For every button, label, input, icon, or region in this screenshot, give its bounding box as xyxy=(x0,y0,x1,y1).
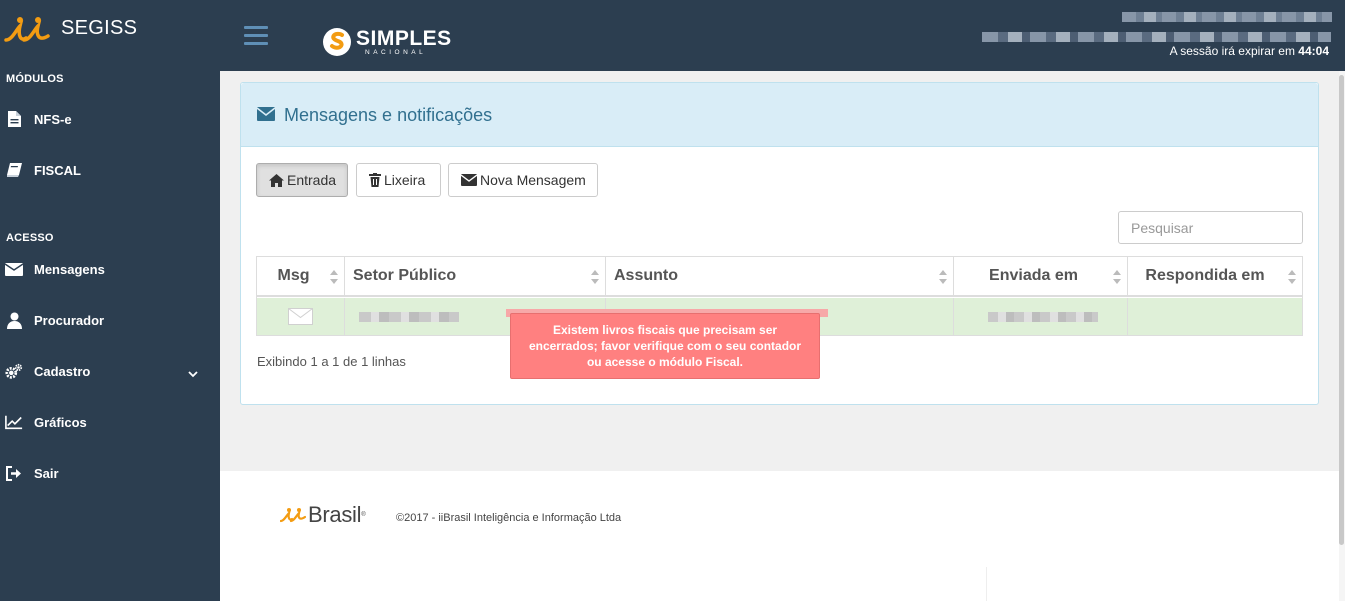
sidebar-item-label: Cadastro xyxy=(34,363,91,379)
sidebar-section-acesso: ACESSO xyxy=(6,232,54,244)
registered-mark: ® xyxy=(361,512,366,518)
envelope-icon xyxy=(5,260,23,278)
iibrasil-logo: Brasil ® xyxy=(280,502,366,528)
page-footer: Brasil ® ©2017 - iiBrasil Inteligência e… xyxy=(220,471,1339,601)
trash-button[interactable]: Lixeira xyxy=(356,163,441,197)
sidebar-item-graficos[interactable]: Gráficos xyxy=(0,407,220,437)
envelope-icon xyxy=(256,107,276,126)
sort-icon xyxy=(330,270,338,289)
sidebar-item-label: Mensagens xyxy=(34,261,105,277)
chevron-down-icon xyxy=(188,365,198,383)
sidebar-item-nfse[interactable]: NFS-e xyxy=(0,104,220,134)
divider xyxy=(986,567,987,601)
menu-toggle-icon[interactable] xyxy=(244,26,268,46)
brand[interactable]: SEGISS xyxy=(0,0,220,60)
sidebar-item-label: Gráficos xyxy=(34,414,87,430)
session-timer: A sessão irá expirar em 44:04 xyxy=(1170,44,1329,58)
panel-heading: Mensagens e notificações xyxy=(241,83,1318,147)
redacted-text xyxy=(988,312,1098,322)
sign-out-icon xyxy=(5,464,23,482)
sort-icon xyxy=(591,270,599,289)
book-icon xyxy=(5,161,23,179)
sidebar-item-fiscal[interactable]: FISCAL xyxy=(0,155,220,185)
search-input[interactable] xyxy=(1118,211,1303,244)
envelope-icon xyxy=(461,174,477,186)
column-header-setor-publico[interactable]: Setor Público xyxy=(345,257,606,297)
simples-nacional-logo: SIMPLES NACIONAL xyxy=(322,24,452,60)
page-scrollbar-thumb[interactable] xyxy=(1339,75,1344,545)
simples-s-icon xyxy=(323,28,351,56)
session-prefix: A sessão irá expirar em xyxy=(1169,44,1295,58)
new-message-button[interactable]: Nova Mensagem xyxy=(448,163,598,197)
column-header-respondida-em[interactable]: Respondida em xyxy=(1128,257,1302,297)
new-message-button-label: Nova Mensagem xyxy=(480,172,586,188)
sidebar-item-label: FISCAL xyxy=(34,162,81,178)
trash-button-label: Lixeira xyxy=(384,172,426,188)
segiss-logo-icon xyxy=(4,17,50,42)
envelope-icon xyxy=(288,308,313,325)
iibrasil-logo-text: Brasil xyxy=(308,502,362,527)
home-icon xyxy=(269,173,284,187)
sidebar: SEGISS MÓDULOS NFS-e FISCAL ACESSO Mensa… xyxy=(0,0,220,601)
fiscal-warning-tooltip: Existem livros fiscais que precisam ser … xyxy=(510,313,820,379)
copyright-text: ©2017 - iiBrasil Inteligência e Informaç… xyxy=(396,512,622,524)
nacional-logo-text: NACIONAL xyxy=(365,48,427,56)
user-info-redacted xyxy=(1122,12,1332,22)
column-header-msg[interactable]: Msg xyxy=(257,257,345,297)
cogs-icon xyxy=(5,362,23,380)
inbox-button[interactable]: Entrada xyxy=(256,163,348,197)
sidebar-item-label: Procurador xyxy=(34,312,105,328)
tooltip-line-1: Existem livros fiscais que precisam ser xyxy=(552,323,778,337)
sort-icon xyxy=(939,270,947,289)
simples-logo-text: SIMPLES xyxy=(356,26,452,50)
sidebar-item-procurador[interactable]: Procurador xyxy=(0,305,220,335)
sidebar-item-label: Sair xyxy=(34,465,59,481)
column-header-assunto[interactable]: Assunto xyxy=(606,257,954,297)
column-header-enviada-em[interactable]: Enviada em xyxy=(954,257,1128,297)
sidebar-item-sair[interactable]: Sair xyxy=(0,458,220,488)
user-details-redacted xyxy=(982,32,1331,42)
user-icon xyxy=(5,311,23,329)
table-cell-enviada-em xyxy=(954,298,1128,335)
redacted-text xyxy=(359,312,459,322)
sidebar-item-label: NFS-e xyxy=(34,111,72,127)
top-header: SIMPLES NACIONAL A sessão irá expirar em… xyxy=(220,0,1345,71)
sidebar-item-cadastro[interactable]: Cadastro xyxy=(0,356,220,386)
trash-icon xyxy=(369,173,381,187)
sort-icon xyxy=(1288,270,1296,289)
tooltip-line-3: ou acesse o módulo Fiscal. xyxy=(586,355,744,369)
inbox-button-label: Entrada xyxy=(287,172,337,188)
page-title: Mensagens e notificações xyxy=(284,105,493,125)
sidebar-section-modulos: MÓDULOS xyxy=(6,73,64,85)
pagination-info: Exibindo 1 a 1 de 1 linhas xyxy=(257,354,406,369)
brand-name: SEGISS xyxy=(61,17,138,39)
sort-icon xyxy=(1113,270,1121,289)
table-cell-msg xyxy=(257,298,345,335)
session-time: 44:04 xyxy=(1298,44,1329,58)
sidebar-item-mensagens[interactable]: Mensagens xyxy=(0,254,220,284)
table-cell-respondida-em xyxy=(1128,298,1302,335)
file-icon xyxy=(5,110,23,128)
iibrasil-logo-icon xyxy=(280,508,306,523)
tooltip-line-2: encerrados; favor verifique com o seu co… xyxy=(528,339,802,353)
chart-line-icon xyxy=(5,413,23,431)
